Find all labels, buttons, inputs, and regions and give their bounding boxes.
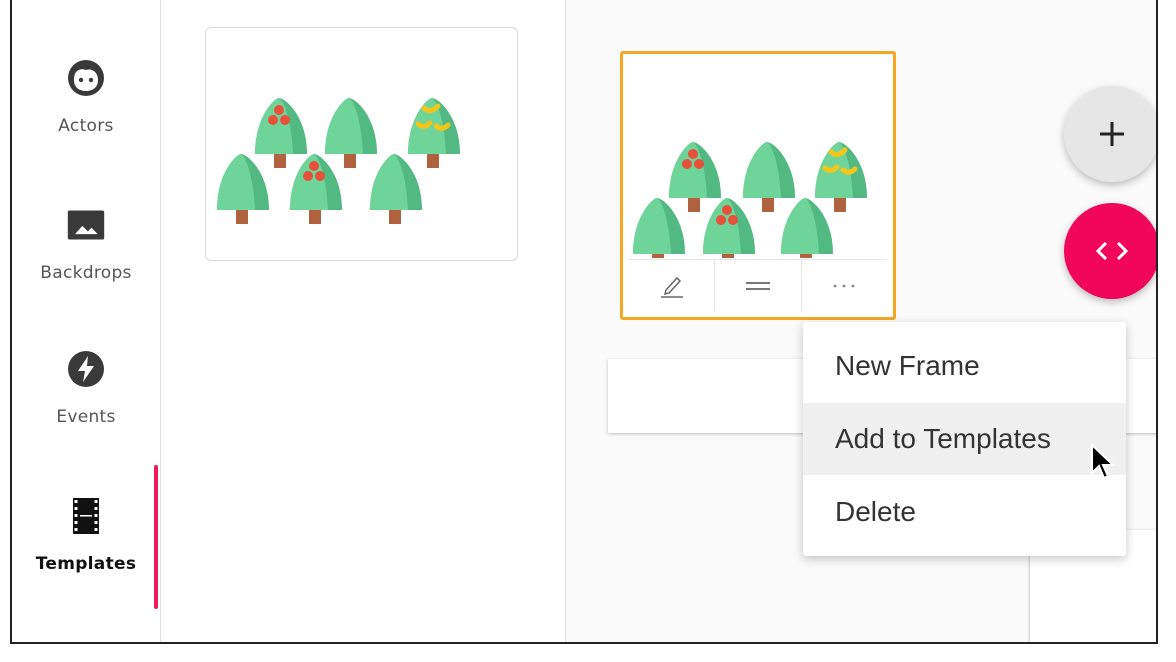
film-icon <box>66 496 106 536</box>
templates-panel <box>161 0 566 642</box>
frame-thumbnail <box>633 142 867 258</box>
menu-item-add-to-templates[interactable]: Add to Templates <box>803 403 1126 475</box>
active-indicator <box>154 465 158 609</box>
edit-icon[interactable] <box>629 260 716 312</box>
template-card[interactable] <box>205 27 518 261</box>
sidebar-item-label: Templates <box>35 554 137 574</box>
sidebar: Actors Backdrops Events Templates <box>12 0 161 642</box>
sidebar-item-events[interactable]: Events <box>12 349 160 469</box>
sidebar-item-label: Backdrops <box>40 263 132 283</box>
sidebar-item-label: Events <box>56 407 116 427</box>
code-button[interactable] <box>1064 203 1156 299</box>
more-icon[interactable] <box>802 260 887 312</box>
code-icon <box>1095 241 1129 261</box>
plus-icon <box>1100 122 1124 146</box>
menu-item-delete[interactable]: Delete <box>803 476 1126 548</box>
sidebar-item-backdrops[interactable]: Backdrops <box>12 205 160 325</box>
template-thumbnail <box>217 98 460 224</box>
face-icon <box>66 58 106 98</box>
image-icon <box>66 205 106 245</box>
sidebar-item-templates[interactable]: Templates <box>12 496 160 616</box>
frame-toolbar <box>629 259 887 312</box>
context-menu: New Frame Add to Templates Delete <box>803 322 1126 556</box>
drag-handle-icon[interactable] <box>715 260 802 312</box>
add-frame-button[interactable] <box>1064 86 1156 182</box>
bolt-icon <box>66 349 106 389</box>
sidebar-item-label: Actors <box>58 116 114 136</box>
mouse-cursor-icon <box>1090 442 1118 488</box>
menu-item-new-frame[interactable]: New Frame <box>803 330 1126 402</box>
sidebar-item-actors[interactable]: Actors <box>12 58 160 178</box>
selected-frame[interactable] <box>620 51 896 320</box>
